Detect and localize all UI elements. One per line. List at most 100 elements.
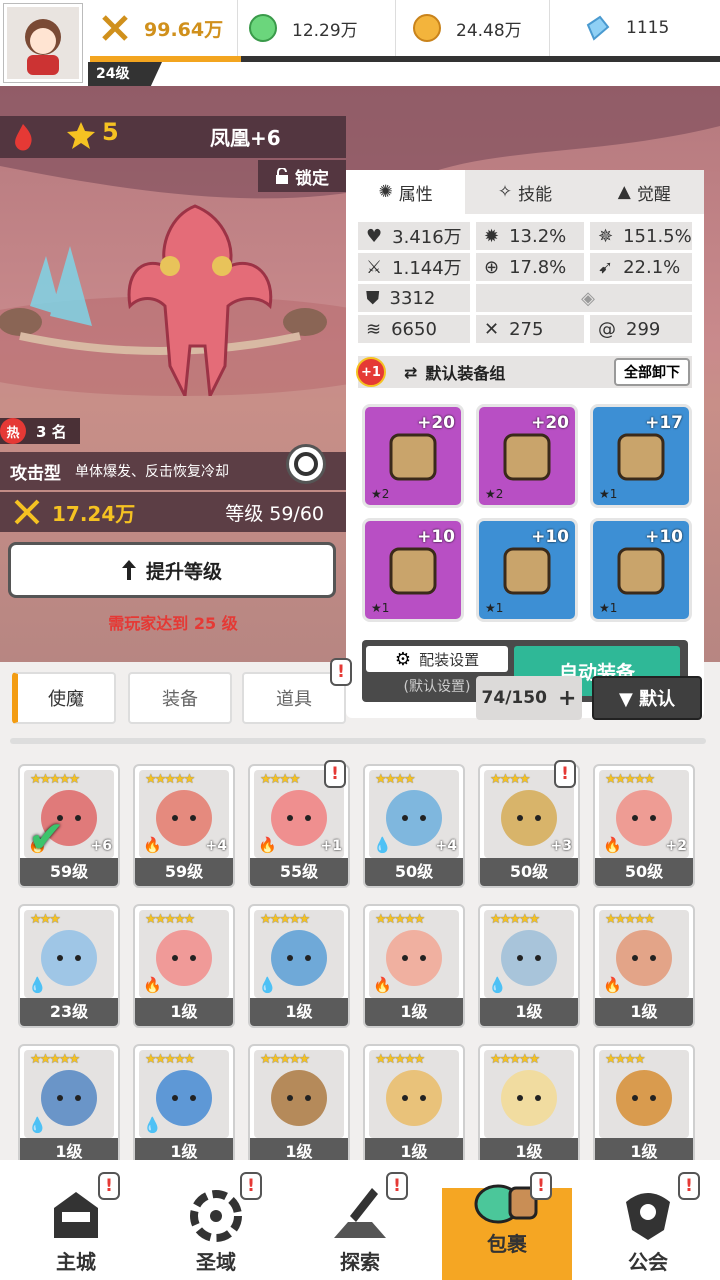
- hero-info-button[interactable]: [286, 444, 326, 484]
- swap-icon[interactable]: ⇄: [404, 363, 417, 382]
- stat-crit: ✹ 13.2%: [476, 222, 584, 250]
- equipment-slot[interactable]: +20 ★2: [476, 404, 578, 508]
- config-label: 配装设置: [419, 650, 480, 669]
- familiar-card[interactable]: ★★★★★ 🔥 +2 50级: [593, 764, 695, 888]
- enhance-level: +20: [417, 413, 455, 433]
- tab-skills[interactable]: ✧ 技能: [465, 170, 584, 214]
- hero-section: 5 凤凰+6 锁定 热 3 名 攻击型 单体爆发、反击恢复冷却 17.24万 等…: [0, 86, 720, 718]
- familiar-card[interactable]: ★★★★★ 💧 1级: [248, 904, 350, 1028]
- equip-group-name[interactable]: 默认装备组: [425, 360, 505, 384]
- unequip-all-button[interactable]: 全部卸下: [614, 358, 690, 386]
- enhance-level: +4: [205, 838, 227, 854]
- stat-value: 151.5%: [623, 225, 692, 247]
- nav-main-city[interactable]: 主城: [6, 1160, 146, 1280]
- rarity-stars: ★★★★★: [375, 1052, 425, 1067]
- crystal-count: 1115: [626, 18, 670, 38]
- equipment-stars: ★1: [485, 601, 504, 615]
- enhance-level: +6: [90, 838, 112, 854]
- coin-resource[interactable]: 24.48万: [412, 0, 550, 56]
- lock-icon: [276, 168, 288, 184]
- nav-inventory[interactable]: 包裹: [442, 1184, 572, 1280]
- stat-row: ♥ 3.416万 ✹ 13.2% ✵ 151.5%: [358, 222, 692, 250]
- list-scroll-track[interactable]: [10, 738, 706, 744]
- tab-familiars[interactable]: 使魔: [12, 672, 116, 724]
- top-bar: 24级 99.64万 12.29万 24.48万 1115: [0, 0, 720, 86]
- inventory-capacity[interactable]: 74/150 +: [476, 676, 582, 720]
- familiar-card[interactable]: ★★★★★ 1级: [248, 1044, 350, 1168]
- target-icon: ⊕: [484, 256, 500, 278]
- hero-level: 等级 59/60: [225, 502, 324, 525]
- enhance-level: +17: [645, 413, 683, 433]
- nav-explore[interactable]: 探索: [290, 1160, 430, 1280]
- sort-dropdown[interactable]: ▼ 默认: [592, 676, 702, 720]
- stat-value: 3312: [389, 287, 436, 309]
- tab-equipment[interactable]: 装备: [128, 672, 232, 724]
- gem-resource: 12.29万: [248, 0, 396, 56]
- familiar-card[interactable]: ★★★★★ 1级: [478, 1044, 580, 1168]
- notification-icon: !: [330, 658, 352, 686]
- equipment-slot[interactable]: +10 ★1: [362, 518, 464, 622]
- familiar-card[interactable]: ★★★ 💧 23级: [18, 904, 120, 1028]
- tab-attributes[interactable]: ✺ 属性: [346, 170, 466, 214]
- equipment-stars: ★2: [371, 487, 390, 501]
- warning-icon: ◈: [581, 287, 595, 309]
- nav-sanctuary[interactable]: 圣域: [146, 1160, 286, 1280]
- stat-value: 1.144万: [392, 258, 462, 279]
- familiar-card[interactable]: ★★★★ 💧 +4 50级: [363, 764, 465, 888]
- player-power: 99.64万: [144, 18, 224, 41]
- familiar-level: 50级: [595, 858, 693, 886]
- gem-count: 12.29万: [292, 20, 358, 41]
- rarity-stars: ★★★★: [375, 772, 416, 787]
- element-icon: 🔥: [603, 836, 622, 854]
- equip-group-badge[interactable]: +1: [356, 357, 386, 387]
- notification-icon: !: [324, 760, 346, 788]
- familiar-card[interactable]: ★★★★★ 🔥 +4 59级: [133, 764, 235, 888]
- familiar-level: 23级: [20, 998, 118, 1026]
- equipment-stars: ★1: [599, 601, 618, 615]
- element-icon: 🔥: [258, 836, 277, 854]
- familiar-card[interactable]: ★★★★★ 1级: [363, 1044, 465, 1168]
- familiar-card[interactable]: ★★★★ 1级: [593, 1044, 695, 1168]
- rarity-stars: ★★★★★: [30, 772, 80, 787]
- familiar-card[interactable]: ★★★★★ 🔥 1级: [363, 904, 465, 1028]
- stat-value: 22.1%: [623, 256, 681, 278]
- equipment-slot[interactable]: +17 ★1: [590, 404, 692, 508]
- crystal-resource[interactable]: 1115: [582, 0, 718, 56]
- equip-group-bar: +1 ⇄ 默认装备组 全部卸下: [356, 356, 692, 388]
- familiar-card[interactable]: ★★★★★ 🔥 1级: [133, 904, 235, 1028]
- upgrade-level-button[interactable]: 提升等级: [8, 542, 336, 598]
- player-avatar[interactable]: [4, 4, 82, 82]
- lock-button[interactable]: 锁定: [258, 160, 346, 192]
- familiar-level: 1级: [365, 998, 463, 1026]
- equipment-slot[interactable]: +10 ★1: [476, 518, 578, 622]
- familiar-card[interactable]: ★★★★★ 🔥 1级: [593, 904, 695, 1028]
- equipment-slot[interactable]: +10 ★1: [590, 518, 692, 622]
- enhance-level: +4: [435, 838, 457, 854]
- rarity-stars: ★★★★★: [605, 772, 655, 787]
- spiral-icon: @: [598, 318, 616, 340]
- stat-row: ⛊ 3312 ◈: [358, 284, 692, 312]
- familiar-card[interactable]: ★★★★★ 💧 1级: [18, 1044, 120, 1168]
- nav-label: 圣域: [196, 1250, 236, 1274]
- player-level: 24级: [88, 62, 162, 86]
- stat-crit-damage: ✵ 151.5%: [590, 222, 692, 250]
- green-gem-icon: [249, 14, 277, 42]
- equipment-slot[interactable]: +20 ★2: [362, 404, 464, 508]
- guild-crest-icon: [626, 1193, 670, 1240]
- element-icon: 💧: [373, 836, 392, 854]
- nav-label: 主城: [56, 1250, 96, 1274]
- tab-awaken[interactable]: ▲ 觉醒: [585, 170, 704, 214]
- rarity-stars: ★★★★★: [145, 912, 195, 927]
- popularity-rank[interactable]: 热 3 名: [0, 418, 80, 444]
- gear-icon: ⚙: [394, 648, 412, 670]
- familiar-card[interactable]: ★★★★★ 💧 1级: [478, 904, 580, 1028]
- burst-icon: ✹: [484, 225, 500, 247]
- stat-accuracy: ⊕ 17.8%: [476, 253, 584, 281]
- rarity-stars: ★★★: [30, 912, 61, 927]
- config-settings-button[interactable]: ⚙ 配装设置: [366, 646, 508, 672]
- familiar-card[interactable]: ★★★★★ 💧 1级: [133, 1044, 235, 1168]
- hero-name: 凤凰+6: [210, 126, 281, 150]
- element-icon: 🔥: [373, 976, 392, 994]
- stat-value: 299: [626, 318, 661, 340]
- vortex-icon: [190, 1190, 242, 1242]
